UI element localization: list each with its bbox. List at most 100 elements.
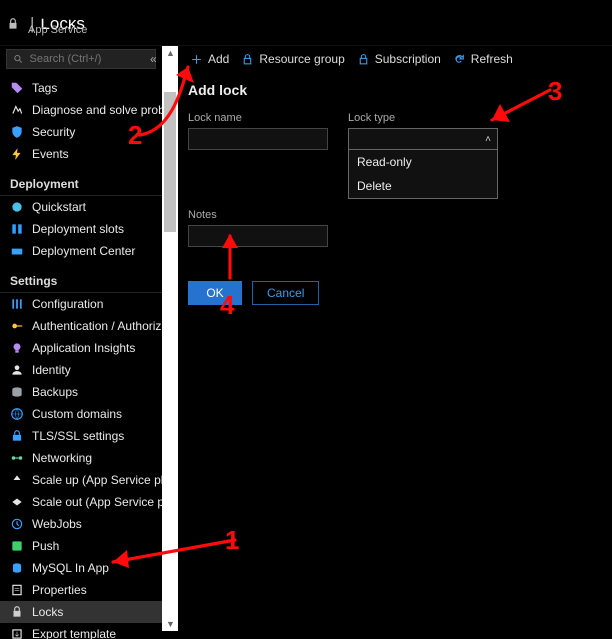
shield-icon bbox=[10, 125, 24, 139]
ok-button[interactable]: OK bbox=[188, 281, 242, 305]
sidebar-item-custom-domains[interactable]: Custom domains bbox=[0, 403, 162, 425]
notes-label: Notes bbox=[188, 209, 602, 221]
chevron-up-icon: ˄ bbox=[485, 134, 491, 145]
sidebar-item-scale-out[interactable]: Scale out (App Service plan) bbox=[0, 491, 162, 513]
lock-type-option-delete[interactable]: Delete bbox=[349, 174, 497, 198]
sidebar-item-tls-ssl[interactable]: TLS/SSL settings bbox=[0, 425, 162, 447]
sidebar-item-label: Custom domains bbox=[32, 407, 122, 421]
toolbar: Add Resource group Subscription Refresh bbox=[188, 46, 602, 72]
sidebar-item-label: Properties bbox=[32, 583, 87, 597]
lock-icon bbox=[357, 53, 370, 66]
sidebar-item-push[interactable]: Push bbox=[0, 535, 162, 557]
sidebar-item-label: Locks bbox=[32, 605, 63, 619]
sidebar-item-label: Scale up (App Service plan) bbox=[32, 473, 162, 487]
bulb-icon bbox=[10, 341, 24, 355]
section-settings: Settings bbox=[0, 268, 162, 293]
sidebar-item-tags[interactable]: Tags bbox=[0, 77, 162, 99]
diagnose-icon bbox=[10, 103, 24, 117]
networking-icon bbox=[10, 451, 24, 465]
lock-name-input[interactable] bbox=[188, 128, 328, 150]
sidebar-item-identity[interactable]: Identity bbox=[0, 359, 162, 381]
export-icon bbox=[10, 627, 24, 639]
lock-name-label: Lock name bbox=[188, 112, 328, 124]
scroll-up-icon[interactable]: ▲ bbox=[166, 48, 175, 58]
sidebar-item-label: Scale out (App Service plan) bbox=[32, 495, 162, 509]
sidebar-item-label: Events bbox=[32, 147, 69, 161]
sidebar-item-label: TLS/SSL settings bbox=[32, 429, 124, 443]
sidebar-item-scale-up[interactable]: Scale up (App Service plan) bbox=[0, 469, 162, 491]
globe-icon bbox=[10, 407, 24, 421]
sidebar-item-label: MySQL In App bbox=[32, 561, 109, 575]
toolbar-label: Add bbox=[208, 52, 229, 66]
scale-up-icon bbox=[10, 473, 24, 487]
collapse-sidebar-button[interactable]: « bbox=[150, 52, 157, 66]
sidebar-item-webjobs[interactable]: WebJobs bbox=[0, 513, 162, 535]
sidebar-item-properties[interactable]: Properties bbox=[0, 579, 162, 601]
mysql-icon bbox=[10, 561, 24, 575]
sidebar-item-label: Push bbox=[32, 539, 59, 553]
sidebar-item-label: Deployment slots bbox=[32, 222, 124, 236]
section-deployment: Deployment bbox=[0, 171, 162, 196]
properties-icon bbox=[10, 583, 24, 597]
refresh-icon bbox=[453, 53, 466, 66]
sidebar-search[interactable] bbox=[6, 49, 156, 69]
lock-icon bbox=[241, 53, 254, 66]
sidebar-item-insights[interactable]: Application Insights bbox=[0, 337, 162, 359]
plus-icon bbox=[190, 53, 203, 66]
sidebar-item-label: Quickstart bbox=[32, 200, 86, 214]
search-input[interactable] bbox=[30, 53, 149, 65]
sidebar-item-networking[interactable]: Networking bbox=[0, 447, 162, 469]
slots-icon bbox=[10, 222, 24, 236]
toolbar-label: Resource group bbox=[259, 52, 344, 66]
sidebar-item-security[interactable]: Security bbox=[0, 121, 162, 143]
deployment-center-icon bbox=[10, 244, 24, 258]
sidebar-item-label: Deployment Center bbox=[32, 244, 135, 258]
sidebar-item-quickstart[interactable]: Quickstart bbox=[0, 196, 162, 218]
sidebar-item-configuration[interactable]: Configuration bbox=[0, 293, 162, 315]
webjobs-icon bbox=[10, 517, 24, 531]
resource-group-button[interactable]: Resource group bbox=[241, 52, 344, 66]
lock-icon bbox=[6, 17, 20, 31]
bolt-icon bbox=[10, 147, 24, 161]
sidebar-item-mysql[interactable]: MySQL In App bbox=[0, 557, 162, 579]
sidebar: Tags Diagnose and solve problems Securit… bbox=[0, 46, 162, 639]
search-icon bbox=[13, 53, 24, 65]
key-icon bbox=[10, 319, 24, 333]
configuration-icon bbox=[10, 297, 24, 311]
backup-icon bbox=[10, 385, 24, 399]
lock-type-option-readonly[interactable]: Read-only bbox=[349, 150, 497, 174]
sidebar-item-auth[interactable]: Authentication / Authorization bbox=[0, 315, 162, 337]
form-title: Add lock bbox=[188, 82, 602, 98]
lock-type-label: Lock type bbox=[348, 112, 498, 124]
lock-type-select[interactable]: ˄ bbox=[348, 128, 498, 150]
sidebar-item-export-template[interactable]: Export template bbox=[0, 623, 162, 639]
vertical-scrollbar[interactable]: ▲ ▼ bbox=[162, 46, 178, 639]
scroll-down-icon[interactable]: ▼ bbox=[166, 619, 175, 629]
add-button[interactable]: Add bbox=[190, 52, 229, 66]
sidebar-item-label: Authentication / Authorization bbox=[32, 319, 162, 333]
sidebar-item-label: Identity bbox=[32, 363, 71, 377]
scale-out-icon bbox=[10, 495, 24, 509]
sidebar-item-events[interactable]: Events bbox=[0, 143, 162, 165]
subscription-button[interactable]: Subscription bbox=[357, 52, 441, 66]
sidebar-item-label: Backups bbox=[32, 385, 78, 399]
sidebar-item-locks[interactable]: Locks bbox=[0, 601, 162, 623]
resource-type-label: App Service bbox=[28, 24, 87, 36]
sidebar-item-backups[interactable]: Backups bbox=[0, 381, 162, 403]
scrollbar-thumb[interactable] bbox=[164, 92, 176, 232]
sidebar-item-deployment-slots[interactable]: Deployment slots bbox=[0, 218, 162, 240]
cancel-button[interactable]: Cancel bbox=[252, 281, 319, 305]
lock-type-dropdown: Read-only Delete bbox=[348, 150, 498, 199]
tag-icon bbox=[10, 81, 24, 95]
toolbar-label: Subscription bbox=[375, 52, 441, 66]
sidebar-item-diagnose[interactable]: Diagnose and solve problems bbox=[0, 99, 162, 121]
notes-input[interactable] bbox=[188, 225, 328, 247]
sidebar-item-deployment-center[interactable]: Deployment Center bbox=[0, 240, 162, 262]
sidebar-item-label: Application Insights bbox=[32, 341, 135, 355]
sidebar-item-label: Configuration bbox=[32, 297, 103, 311]
refresh-button[interactable]: Refresh bbox=[453, 52, 513, 66]
toolbar-label: Refresh bbox=[471, 52, 513, 66]
sidebar-item-label: WebJobs bbox=[32, 517, 82, 531]
tls-icon bbox=[10, 429, 24, 443]
sidebar-item-label: Tags bbox=[32, 81, 57, 95]
